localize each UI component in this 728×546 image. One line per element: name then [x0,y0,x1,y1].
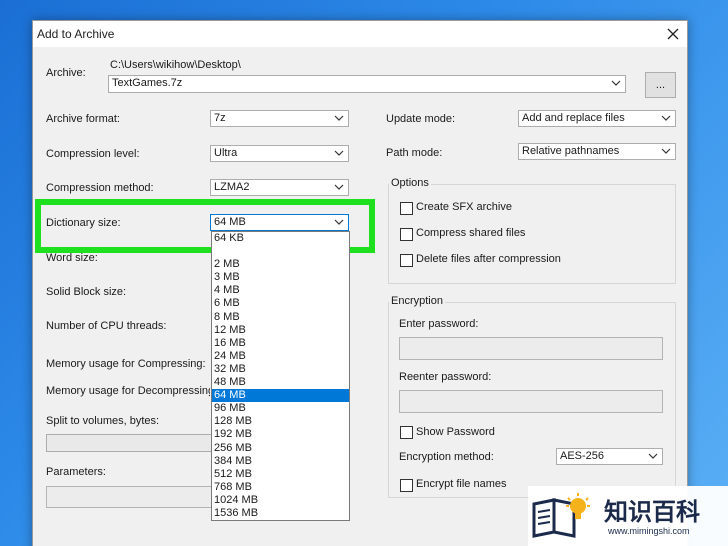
chevron-down-icon [334,150,344,156]
path-mode-combo[interactable]: Relative pathnames [518,143,676,160]
path-mode-label: Path mode: [386,147,443,159]
encryption-method-combo[interactable]: AES-256 [556,448,663,465]
show-password-label: Show Password [416,426,495,438]
archive-format-label: Archive format: [46,113,120,125]
dictionary-option[interactable]: 96 MB [212,402,349,415]
show-password-checkbox[interactable] [400,426,413,439]
title-bar: Add to Archive [33,21,687,47]
dictionary-option[interactable]: 192 MB [212,428,349,441]
chevron-down-icon [661,115,671,121]
chevron-down-icon [334,115,344,121]
options-title: Options [389,177,431,189]
solid-block-size-label: Solid Block size: [46,286,127,298]
split-volumes-combo[interactable] [46,434,216,452]
dictionary-option[interactable]: 384 MB [212,455,349,468]
chevron-down-icon [611,80,621,86]
dictionary-option[interactable]: 256 MB [212,442,349,455]
enter-password-label: Enter password: [399,318,479,330]
compression-level-value: Ultra [214,147,238,159]
dictionary-option[interactable]: 48 MB [212,376,349,389]
close-icon [667,28,679,40]
dictionary-option[interactable]: 24 MB [212,350,349,363]
archive-name-value: TextGames.7z [112,77,183,89]
encryption-title: Encryption [389,295,445,307]
book-lightbulb-icon [532,493,590,538]
dictionary-option[interactable]: 32 MB [212,363,349,376]
dictionary-option[interactable]: 1024 MB [212,494,349,507]
dictionary-option[interactable]: 8 MB [212,311,349,324]
dictionary-option[interactable]: 4 MB [212,284,349,297]
chevron-down-icon [334,184,344,190]
dictionary-option[interactable]: 2 MB [212,258,349,271]
update-mode-label: Update mode: [386,113,456,125]
compress-shared-label: Compress shared files [416,227,526,239]
compression-method-combo[interactable]: LZMA2 [210,179,349,196]
browse-button[interactable]: ... [645,72,676,98]
dialog-title: Add to Archive [37,27,115,41]
update-mode-value: Add and replace files [522,112,625,124]
compression-level-label: Compression level: [46,148,140,160]
memory-decompress-label: Memory usage for Decompressing: [46,385,210,397]
compression-method-label: Compression method: [46,182,154,194]
dictionary-option[interactable] [212,245,349,258]
reenter-password-label: Reenter password: [399,371,492,383]
path-mode-value: Relative pathnames [522,145,620,157]
delete-after-label: Delete files after compression [416,253,561,265]
dictionary-option[interactable]: 3 MB [212,271,349,284]
compress-shared-checkbox[interactable] [400,228,413,241]
dictionary-option[interactable]: 6 MB [212,297,349,310]
dictionary-option[interactable]: 12 MB [212,324,349,337]
dictionary-option[interactable]: 64 MB [212,389,349,403]
dictionary-option[interactable]: 16 MB [212,337,349,350]
archive-format-combo[interactable]: 7z [210,110,349,127]
create-sfx-checkbox[interactable] [400,202,413,215]
archive-path: C:\Users\wikihow\Desktop\ [110,59,241,71]
compression-method-value: LZMA2 [214,181,250,193]
archive-format-value: 7z [214,112,226,124]
dictionary-option[interactable]: 64 KB [212,232,349,245]
enter-password-field[interactable] [399,337,663,360]
encrypt-names-label: Encrypt file names [416,478,507,490]
encryption-method-value: AES-256 [560,450,605,462]
chevron-down-icon [648,453,658,459]
archive-name-combo[interactable]: TextGames.7z [108,75,626,93]
create-sfx-label: Create SFX archive [416,201,512,213]
watermark: 知识百科 www.mimingshi.com [528,486,728,546]
parameters-field[interactable] [46,486,216,508]
close-button[interactable] [661,23,685,45]
archive-label: Archive: [46,67,86,79]
compression-level-combo[interactable]: Ultra [210,145,349,162]
watermark-brand: 知识百科 [604,498,700,526]
chevron-down-icon [661,148,671,154]
dictionary-option[interactable]: 128 MB [212,415,349,428]
dictionary-option[interactable]: 1536 MB [212,507,349,520]
dictionary-size-dropdown[interactable]: 64 KB 2 MB 3 MB 4 MB 6 MB 8 MB 12 MB 16 MB 24 MB… [211,231,350,521]
update-mode-combo[interactable]: Add and replace files [518,110,676,127]
memory-compress-label: Memory usage for Compressing: [46,358,206,370]
split-volumes-label: Split to volumes, bytes: [46,415,160,427]
dictionary-option[interactable]: 512 MB [212,468,349,481]
encryption-method-label: Encryption method: [399,451,494,463]
dictionary-option[interactable]: 768 MB [212,481,349,494]
cpu-threads-label: Number of CPU threads: [46,320,167,332]
add-to-archive-dialog: Add to Archive Archive: C:\Users\wikihow… [32,20,688,546]
encrypt-names-checkbox[interactable] [400,479,413,492]
word-size-label: Word size: [46,252,98,264]
delete-after-checkbox[interactable] [400,254,413,267]
watermark-url: www.mimingshi.com [608,526,690,536]
parameters-label: Parameters: [46,466,106,478]
reenter-password-field[interactable] [399,390,663,413]
